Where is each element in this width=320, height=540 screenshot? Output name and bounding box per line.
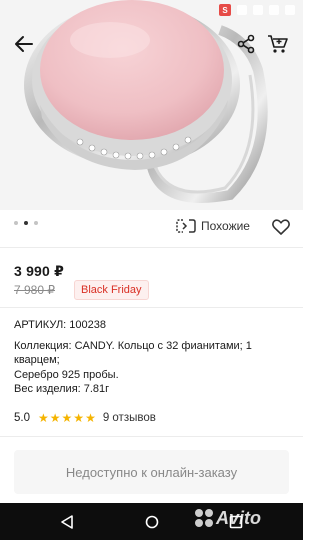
pager-dot[interactable]	[14, 221, 18, 225]
arrow-left-icon	[15, 36, 33, 52]
circle-home-icon	[145, 515, 159, 529]
reviews-link[interactable]: 9 отзывов	[103, 412, 156, 424]
wifi-icon	[269, 5, 279, 15]
share-button[interactable]	[230, 28, 262, 60]
top-navigation	[0, 28, 303, 62]
promo-badge: Black Friday	[74, 280, 149, 300]
system-back-button[interactable]	[58, 513, 76, 531]
rating-stars: ★ ★ ★ ★ ★	[38, 412, 96, 424]
favorite-button[interactable]	[270, 216, 292, 238]
avito-watermark: Avito	[195, 503, 261, 533]
status-bar: S	[0, 0, 303, 20]
star-icon: ★	[85, 411, 96, 425]
battery-icon	[285, 5, 295, 15]
rating: 5.0 ★ ★ ★ ★ ★ 9 отзывов	[14, 412, 156, 424]
rating-value: 5.0	[14, 412, 30, 424]
similar-button[interactable]: Похожие	[176, 218, 250, 234]
divider	[0, 247, 303, 248]
star-icon: ★	[73, 411, 85, 425]
description-line: Вес изделия: 7.81г	[14, 383, 110, 395]
unavailable-button[interactable]: Недоступно к онлайн-заказу	[14, 450, 289, 494]
image-pager	[0, 221, 38, 225]
star-icon: ★	[49, 411, 61, 425]
pager-dot[interactable]	[34, 221, 38, 225]
old-price: 7 980 ₽	[14, 283, 55, 297]
back-button[interactable]	[8, 28, 40, 60]
similar-icon	[176, 219, 196, 233]
product-details: АРТИКУЛ: 100238 Коллекция: CANDY. Кольцо…	[14, 318, 296, 397]
share-icon	[237, 34, 255, 54]
description-line: кварцем;	[14, 354, 60, 366]
similar-label: Похожие	[201, 219, 250, 233]
divider	[0, 307, 303, 308]
sku: АРТИКУЛ: 100238	[14, 319, 106, 331]
notification-badge: S	[219, 4, 231, 16]
alarm-icon	[253, 5, 263, 15]
shopping-cart-icon	[268, 35, 288, 53]
cart-button[interactable]	[262, 28, 294, 60]
heart-icon	[272, 219, 290, 235]
pager-dot-active[interactable]	[24, 221, 28, 225]
description-line: Коллекция: CANDY. Кольцо с 32 фианитами;…	[14, 339, 252, 352]
avito-logo-icon	[195, 509, 213, 527]
divider	[0, 436, 303, 437]
watermark-text: Avito	[216, 507, 261, 528]
star-icon: ★	[61, 411, 73, 425]
system-home-button[interactable]	[143, 513, 161, 531]
star-icon: ★	[38, 411, 49, 425]
current-price: 3 990 ₽	[14, 263, 65, 279]
signal-icon	[237, 5, 247, 15]
description-line: Серебро 925 пробы.	[14, 368, 119, 381]
triangle-back-icon	[61, 515, 73, 529]
